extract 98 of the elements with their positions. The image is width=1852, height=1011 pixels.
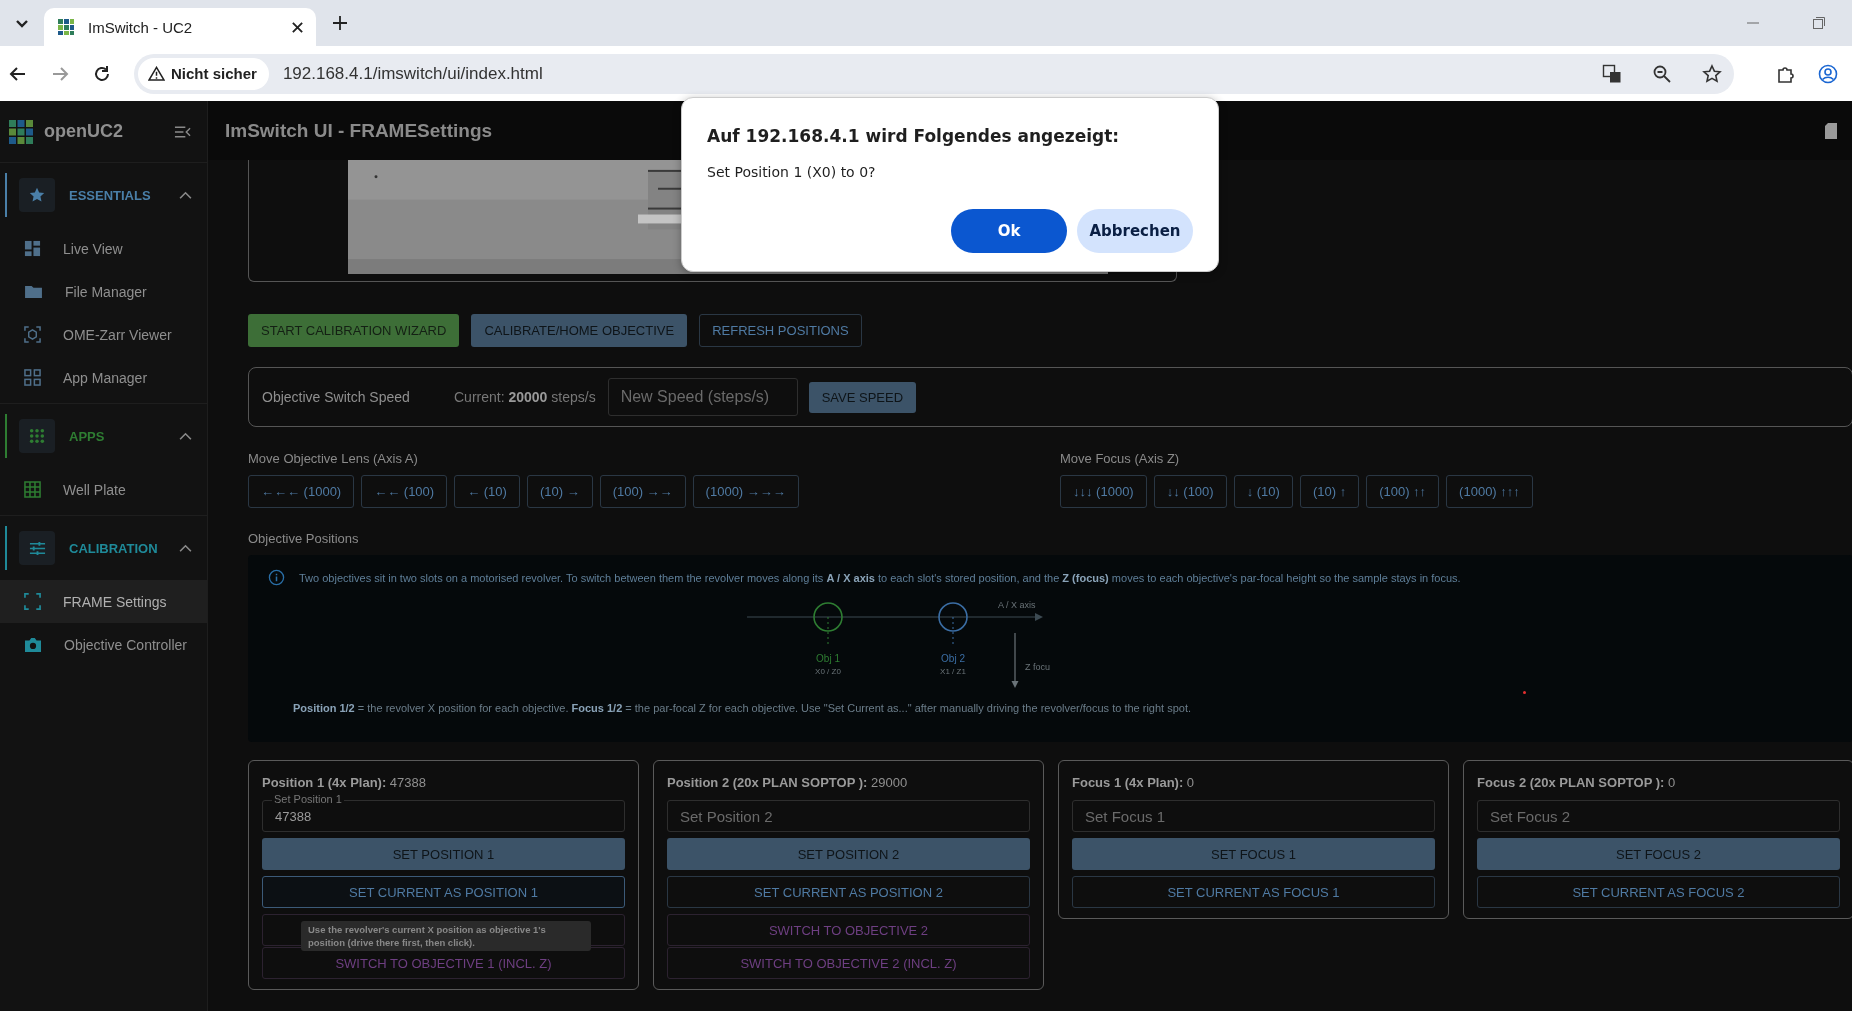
apps-grid-icon	[24, 369, 41, 386]
card-title: Focus 1 (4x Plan): 0	[1072, 775, 1196, 790]
tooltip: Use the revolver's current X position as objective 1's position (drive there first, then click).	[301, 921, 591, 951]
frame-corners-icon	[24, 593, 41, 610]
sidebar-item[interactable]: Well Plate	[0, 468, 207, 511]
input-field[interactable]: Set Focus 1	[1072, 800, 1435, 832]
card-button[interactable]: SET CURRENT AS POSITION 2	[667, 876, 1030, 908]
dots-grid-icon	[29, 428, 45, 444]
dashboard-icon	[24, 240, 41, 257]
zoom-icon[interactable]	[1652, 63, 1672, 84]
sidebar-item[interactable]: App Manager	[0, 356, 207, 399]
star-icon	[28, 186, 46, 204]
card-button[interactable]: SET POSITION 2	[667, 838, 1030, 870]
chevron-icon	[179, 190, 192, 200]
step-button[interactable]: ← (10)	[454, 475, 520, 508]
card-button[interactable]: SET FOCUS 2	[1477, 838, 1840, 870]
objective-name: Obj 1	[816, 653, 840, 664]
sidebar-item[interactable]: File Manager	[0, 270, 207, 313]
field-label: Set Position 1	[272, 793, 344, 805]
cubes-icon	[56, 17, 76, 37]
action-button[interactable]: REFRESH POSITIONS	[699, 314, 862, 347]
cube-scan-icon	[24, 326, 41, 343]
sidebar-item[interactable]: FRAME Settings	[0, 580, 207, 623]
translate-icon[interactable]	[1602, 63, 1622, 84]
step-button[interactable]: (1000) →→→	[692, 475, 799, 508]
step-button[interactable]: ↓↓↓ (1000)	[1060, 475, 1147, 508]
step-button[interactable]: (100) ↑↑	[1366, 475, 1440, 508]
security-chip[interactable]: Nicht sicher	[138, 57, 269, 90]
dialog-message: Set Position 1 (X0) to 0?	[707, 164, 877, 180]
sliders-icon	[28, 539, 46, 557]
card-button[interactable]: SWITCH TO OBJECTIVE 2	[667, 914, 1030, 946]
sidebar-item[interactable]: OME-Zarr Viewer	[0, 313, 207, 356]
card-button[interactable]: SET POSITION 1	[262, 838, 625, 870]
sidebar-item[interactable]: Live View	[0, 227, 207, 270]
card-button[interactable]: SWITCH TO OBJECTIVE 2 (INCL. Z)	[667, 947, 1030, 979]
menu-collapse-icon[interactable]	[174, 124, 191, 139]
address-bar[interactable]: Nicht sicher 192.168.4.1/imswitch/ui/index.html	[134, 53, 1734, 94]
objective-coords: X0 / Z0	[815, 667, 841, 676]
dialog-button[interactable]: Ok	[951, 209, 1067, 253]
section-label: Objective Positions	[248, 531, 359, 546]
warning-icon	[148, 66, 165, 81]
cursor-dot	[1523, 691, 1526, 694]
focus-arrow	[1011, 632, 1019, 688]
card-title: Focus 2 (20x PLAN SOPTOP ): 0	[1477, 775, 1677, 790]
input-field[interactable]: Set Position 2	[667, 800, 1030, 832]
cubes-icon	[8, 118, 34, 145]
dialog-button[interactable]: Abbrechen	[1077, 209, 1193, 253]
brand-name: openUC2	[44, 121, 124, 142]
close-icon[interactable]	[291, 20, 304, 34]
group-label: Move Objective Lens (Axis A)	[248, 451, 418, 466]
card-button[interactable]: SET CURRENT AS FOCUS 1	[1072, 876, 1435, 908]
folder-icon	[24, 284, 43, 299]
step-button[interactable]: ↓ (10)	[1233, 475, 1293, 508]
group-label: Move Focus (Axis Z)	[1060, 451, 1180, 466]
sidebar-item[interactable]: Objective Controller	[0, 623, 207, 666]
axis-label: A / X axis	[998, 600, 1036, 610]
speed-label: Objective Switch Speed	[262, 389, 411, 405]
reload-icon[interactable]	[92, 63, 112, 84]
plus-icon[interactable]	[332, 15, 348, 31]
section-header[interactable]: CALIBRATION	[5, 526, 207, 570]
focus-label: Z focu	[1025, 662, 1050, 672]
current-speed: Current: 20000 steps/s	[454, 389, 596, 405]
star-icon[interactable]	[1702, 63, 1722, 84]
sd-card-icon[interactable]	[1824, 121, 1838, 140]
card-title: Position 2 (20x PLAN SOPTOP ): 29000	[667, 775, 909, 790]
card-title: Position 1 (4x Plan): 47388	[262, 775, 427, 790]
objective-coords: X1 / Z1	[940, 667, 966, 676]
chevron-icon	[179, 543, 192, 553]
step-button[interactable]: ↓↓ (100)	[1153, 475, 1227, 508]
section-header[interactable]: APPS	[5, 414, 207, 458]
browser-tab[interactable]: ImSwitch - UC2	[44, 8, 316, 46]
objective-name: Obj 2	[941, 653, 965, 664]
info-text: Two objectives sit in two slots on a motorised revolver. To switch between them the revolver moves along its A / X axis to each slot's stored position, and the Z (focus) moves to each objective's par-focal height so the sample stays in focus.	[299, 571, 1461, 584]
step-button[interactable]: (100) →→	[599, 475, 686, 508]
restore-icon[interactable]	[1812, 16, 1826, 30]
grid-icon	[24, 481, 41, 498]
step-button[interactable]: ←← (100)	[361, 475, 448, 508]
step-button[interactable]: (1000) ↑↑↑	[1446, 475, 1533, 508]
save-button[interactable]: SAVE SPEED	[808, 381, 917, 413]
chevron-icon	[179, 431, 192, 441]
card-button[interactable]: SET CURRENT AS FOCUS 2	[1477, 876, 1840, 908]
url-text: 192.168.4.1/imswitch/ui/index.html	[282, 63, 543, 84]
dialog-heading: Auf 192.168.4.1 wird Folgendes angezeigt:	[707, 126, 1121, 146]
card-button[interactable]: SET FOCUS 1	[1072, 838, 1435, 870]
step-button[interactable]: ←←← (1000)	[248, 475, 355, 508]
note-text: Position 1/2 = the revolver X position for each objective. Focus 1/2 = the par-focal Z for each objective. Use "Set Current as..." after manually driving the revolver/focus to the right spot.	[293, 702, 1193, 714]
action-button[interactable]: CALIBRATE/HOME OBJECTIVE	[471, 314, 688, 347]
speed-field[interactable]: New Speed (steps/s)	[607, 378, 798, 416]
input-field[interactable]: Set Focus 2	[1477, 800, 1840, 832]
camera-icon	[24, 636, 42, 653]
section-header[interactable]: ESSENTIALS	[5, 173, 207, 217]
page-title: ImSwitch UI - FRAMESettings	[225, 119, 493, 142]
step-button[interactable]: (10) ↑	[1299, 475, 1360, 508]
step-button[interactable]: (10) →	[526, 475, 593, 508]
info-icon	[268, 569, 285, 586]
action-button[interactable]: START CALIBRATION WIZARD	[248, 314, 460, 347]
profile-icon[interactable]	[1818, 63, 1838, 84]
card-button[interactable]: SET CURRENT AS POSITION 1	[262, 876, 625, 908]
